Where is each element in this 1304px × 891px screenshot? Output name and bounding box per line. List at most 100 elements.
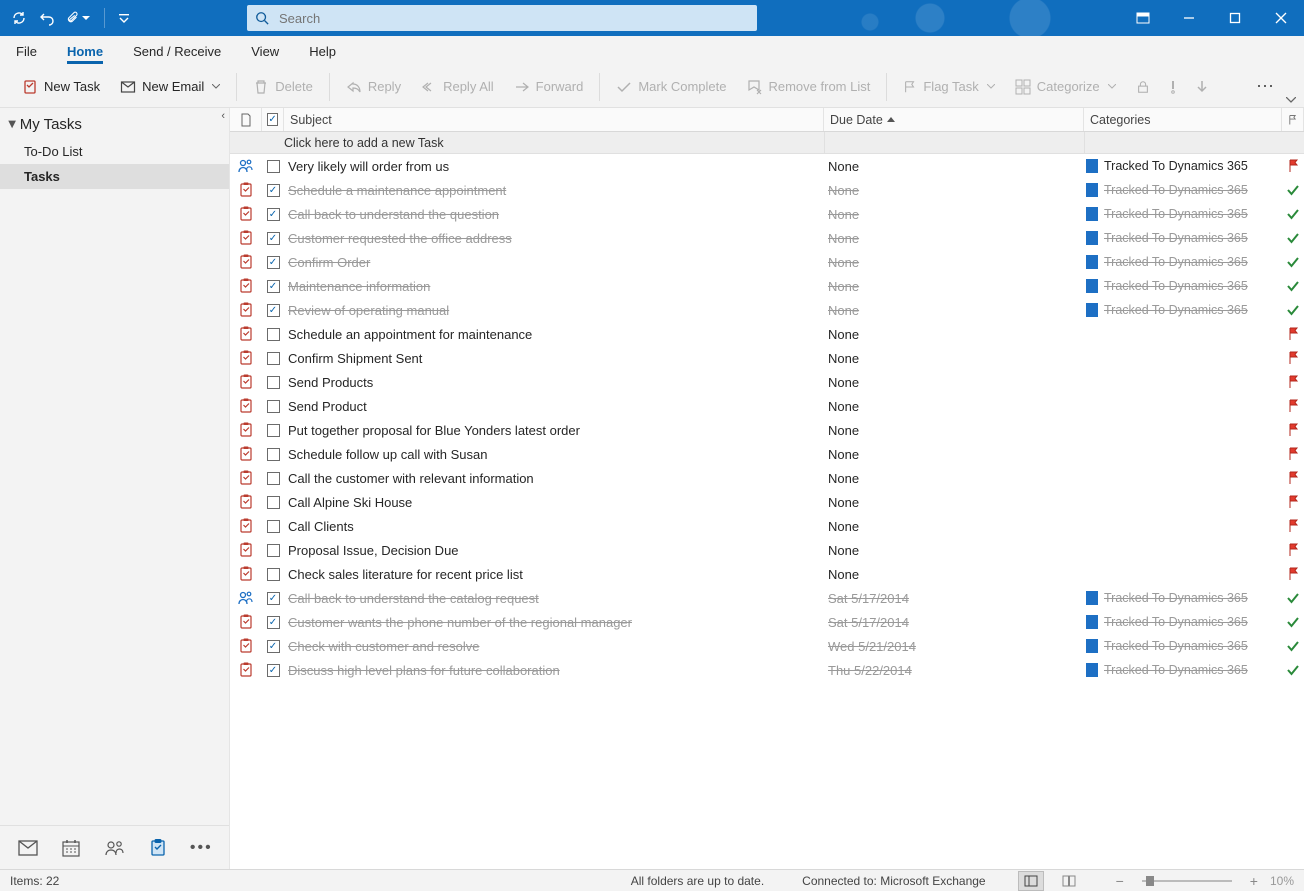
task-row[interactable]: Proposal Issue, Decision DueNone bbox=[230, 538, 1304, 562]
task-row[interactable]: Call ClientsNone bbox=[230, 514, 1304, 538]
task-checkbox[interactable] bbox=[262, 346, 284, 370]
forward-button[interactable]: Forward bbox=[506, 71, 592, 103]
priority-low-button[interactable] bbox=[1188, 71, 1216, 103]
nav-calendar-button[interactable] bbox=[49, 828, 92, 868]
task-checkbox[interactable] bbox=[262, 442, 284, 466]
task-checkbox[interactable]: ✓ bbox=[262, 274, 284, 298]
task-flag[interactable] bbox=[1282, 346, 1304, 370]
task-flag[interactable] bbox=[1282, 658, 1304, 682]
task-flag[interactable] bbox=[1282, 154, 1304, 178]
task-checkbox[interactable]: ✓ bbox=[262, 298, 284, 322]
task-checkbox[interactable] bbox=[262, 154, 284, 178]
task-row[interactable]: ✓Call back to understand the questionNon… bbox=[230, 202, 1304, 226]
task-flag[interactable] bbox=[1282, 178, 1304, 202]
task-checkbox[interactable] bbox=[262, 370, 284, 394]
column-flag[interactable] bbox=[1282, 108, 1304, 131]
zoom-in-button[interactable]: + bbox=[1250, 873, 1258, 889]
task-row[interactable]: ✓Check with customer and resolveWed 5/21… bbox=[230, 634, 1304, 658]
task-flag[interactable] bbox=[1282, 418, 1304, 442]
task-row[interactable]: ✓Call back to understand the catalog req… bbox=[230, 586, 1304, 610]
task-checkbox[interactable]: ✓ bbox=[262, 634, 284, 658]
task-row[interactable]: ✓Customer wants the phone number of the … bbox=[230, 610, 1304, 634]
task-checkbox[interactable]: ✓ bbox=[262, 658, 284, 682]
reply-all-button[interactable]: Reply All bbox=[413, 71, 502, 103]
tab-home[interactable]: Home bbox=[67, 36, 103, 66]
task-row[interactable]: ✓Customer requested the office addressNo… bbox=[230, 226, 1304, 250]
ribbon-display-button[interactable] bbox=[1120, 0, 1166, 36]
zoom-thumb[interactable] bbox=[1146, 876, 1154, 886]
delete-button[interactable]: Delete bbox=[245, 71, 321, 103]
tab-view[interactable]: View bbox=[251, 36, 279, 66]
collapse-pane-button[interactable]: ‹ bbox=[221, 110, 225, 122]
task-flag[interactable] bbox=[1282, 322, 1304, 346]
task-row[interactable]: Call the customer with relevant informat… bbox=[230, 466, 1304, 490]
more-commands-button[interactable]: ⋯ bbox=[1256, 76, 1274, 97]
task-checkbox[interactable] bbox=[262, 562, 284, 586]
task-row[interactable]: Send ProductNone bbox=[230, 394, 1304, 418]
task-flag[interactable] bbox=[1282, 250, 1304, 274]
task-row[interactable]: Very likely will order from usNoneTracke… bbox=[230, 154, 1304, 178]
new-task-button[interactable]: New Task bbox=[14, 71, 108, 103]
tab-send-receive[interactable]: Send / Receive bbox=[133, 36, 221, 66]
nav-tasks-button[interactable] bbox=[136, 828, 179, 868]
remove-from-list-button[interactable]: Remove from List bbox=[738, 71, 878, 103]
task-checkbox[interactable] bbox=[262, 394, 284, 418]
task-flag[interactable] bbox=[1282, 202, 1304, 226]
private-button[interactable] bbox=[1128, 71, 1158, 103]
priority-high-button[interactable] bbox=[1162, 71, 1184, 103]
new-email-button[interactable]: New Email bbox=[112, 71, 228, 103]
column-complete[interactable]: ✓ bbox=[262, 108, 284, 131]
task-flag[interactable] bbox=[1282, 226, 1304, 250]
undo-button[interactable] bbox=[34, 4, 60, 32]
nav-mail-button[interactable] bbox=[6, 828, 49, 868]
task-flag[interactable] bbox=[1282, 370, 1304, 394]
my-tasks-header[interactable]: ▶ My Tasks bbox=[0, 108, 229, 139]
sync-button[interactable] bbox=[6, 4, 32, 32]
task-row[interactable]: Put together proposal for Blue Yonders l… bbox=[230, 418, 1304, 442]
task-flag[interactable] bbox=[1282, 298, 1304, 322]
task-checkbox[interactable] bbox=[262, 538, 284, 562]
task-checkbox[interactable]: ✓ bbox=[262, 226, 284, 250]
task-checkbox[interactable] bbox=[262, 514, 284, 538]
task-flag[interactable] bbox=[1282, 514, 1304, 538]
task-row[interactable]: Schedule an appointment for maintenanceN… bbox=[230, 322, 1304, 346]
sidebar-item-todo[interactable]: To-Do List bbox=[0, 139, 229, 164]
task-checkbox[interactable]: ✓ bbox=[262, 610, 284, 634]
task-row[interactable]: ✓Discuss high level plans for future col… bbox=[230, 658, 1304, 682]
task-checkbox[interactable] bbox=[262, 490, 284, 514]
view-normal-button[interactable] bbox=[1018, 871, 1044, 891]
task-row[interactable]: Schedule follow up call with SusanNone bbox=[230, 442, 1304, 466]
column-due-date[interactable]: Due Date bbox=[824, 108, 1084, 131]
task-checkbox[interactable] bbox=[262, 418, 284, 442]
search-input[interactable] bbox=[279, 11, 749, 26]
mark-complete-button[interactable]: Mark Complete bbox=[608, 71, 734, 103]
task-flag[interactable] bbox=[1282, 274, 1304, 298]
task-flag[interactable] bbox=[1282, 562, 1304, 586]
search-field[interactable] bbox=[247, 5, 757, 31]
tab-help[interactable]: Help bbox=[309, 36, 336, 66]
sidebar-item-tasks[interactable]: Tasks bbox=[0, 164, 229, 189]
task-flag[interactable] bbox=[1282, 394, 1304, 418]
task-checkbox[interactable] bbox=[262, 466, 284, 490]
attach-dropdown[interactable] bbox=[62, 4, 98, 32]
task-flag[interactable] bbox=[1282, 538, 1304, 562]
task-row[interactable]: ✓Confirm OrderNoneTracked To Dynamics 36… bbox=[230, 250, 1304, 274]
zoom-slider[interactable] bbox=[1142, 880, 1232, 882]
reply-button[interactable]: Reply bbox=[338, 71, 409, 103]
task-checkbox[interactable]: ✓ bbox=[262, 586, 284, 610]
view-reading-button[interactable] bbox=[1056, 871, 1082, 891]
categorize-button[interactable]: Categorize bbox=[1007, 71, 1124, 103]
column-icon[interactable] bbox=[230, 108, 262, 131]
column-categories[interactable]: Categories bbox=[1084, 108, 1282, 131]
maximize-button[interactable] bbox=[1212, 0, 1258, 36]
minimize-button[interactable] bbox=[1166, 0, 1212, 36]
task-checkbox[interactable]: ✓ bbox=[262, 250, 284, 274]
task-flag[interactable] bbox=[1282, 442, 1304, 466]
task-row[interactable]: Send ProductsNone bbox=[230, 370, 1304, 394]
nav-people-button[interactable] bbox=[93, 828, 136, 868]
task-row[interactable]: ✓Schedule a maintenance appointmentNoneT… bbox=[230, 178, 1304, 202]
zoom-out-button[interactable]: − bbox=[1116, 873, 1124, 889]
task-checkbox[interactable] bbox=[262, 322, 284, 346]
task-flag[interactable] bbox=[1282, 610, 1304, 634]
task-row[interactable]: ✓Maintenance informationNoneTracked To D… bbox=[230, 274, 1304, 298]
